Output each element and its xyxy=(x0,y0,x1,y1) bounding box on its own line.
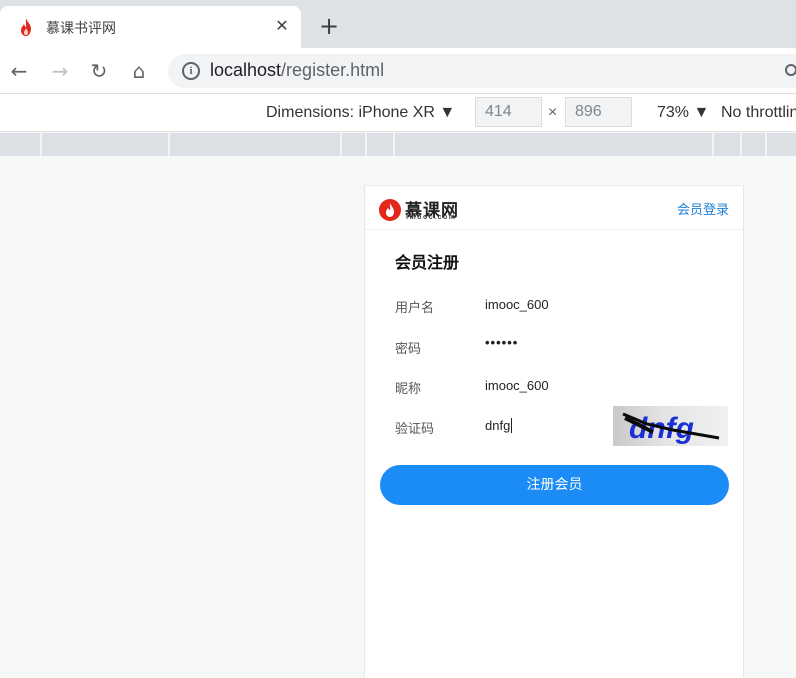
ruler-divider xyxy=(765,133,767,156)
url-host: localhost xyxy=(210,60,282,80)
url-text[interactable]: localhost/register.html xyxy=(210,60,384,81)
username-row: 用户名 imooc_600 xyxy=(365,291,743,321)
captcha-graphic: dnfg xyxy=(622,412,720,445)
device-toolbar: Dimensions: iPhone XR ▼ 414 × 896 73% ▼ … xyxy=(0,94,796,132)
captcha-image[interactable]: dnfg xyxy=(613,406,728,446)
site-logo-sub: imooc.com xyxy=(406,214,457,221)
nickname-row: 昵称 imooc_600 xyxy=(365,372,743,402)
captcha-field[interactable]: dnfg xyxy=(485,418,513,433)
tab-title: 慕课书评网 xyxy=(46,21,116,37)
ruler-divider xyxy=(712,133,714,156)
tab-strip: 慕课书评网 ✕ + xyxy=(0,0,796,48)
reload-icon[interactable]: ↻ xyxy=(87,59,111,83)
height-input[interactable]: 896 xyxy=(565,97,632,127)
browser-tab[interactable]: 慕课书评网 ✕ xyxy=(0,6,301,48)
password-row: 密码 •••••• xyxy=(365,332,743,362)
back-arrow-icon[interactable]: ← xyxy=(7,59,31,83)
password-label: 密码 xyxy=(395,342,422,357)
device-viewport: 慕课网 imooc.com 会员登录 会员注册 用户名 imooc_600 密码… xyxy=(364,185,744,678)
dimensions-dropdown[interactable]: Dimensions: iPhone XR ▼ xyxy=(266,104,455,122)
forward-arrow-icon[interactable]: → xyxy=(48,59,72,83)
ruler-divider xyxy=(340,133,342,156)
width-input[interactable]: 414 xyxy=(475,97,542,127)
register-button[interactable]: 注册会员 xyxy=(380,465,729,505)
plus-icon[interactable]: + xyxy=(318,14,340,38)
text-caret xyxy=(511,418,513,433)
close-icon[interactable]: ✕ xyxy=(273,17,291,35)
media-query-ruler[interactable] xyxy=(0,133,796,156)
times-symbol: × xyxy=(548,104,558,121)
username-field[interactable]: imooc_600 xyxy=(485,297,549,312)
captcha-row: 验证码 dnfg dnfg xyxy=(365,406,743,446)
lens-icon[interactable] xyxy=(785,64,796,76)
ruler-divider xyxy=(393,133,395,156)
home-icon[interactable]: ⌂ xyxy=(127,59,151,83)
ruler-divider xyxy=(740,133,742,156)
site-header: 慕课网 imooc.com 会员登录 xyxy=(365,186,743,230)
member-login-link[interactable]: 会员登录 xyxy=(677,199,729,218)
ruler-divider xyxy=(365,133,367,156)
ruler-divider xyxy=(40,133,42,156)
captcha-field-text: dnfg xyxy=(485,418,511,433)
zoom-dropdown[interactable]: 73% ▼ xyxy=(657,104,709,122)
info-icon[interactable]: i xyxy=(182,62,200,80)
password-field[interactable]: •••••• xyxy=(485,335,518,350)
page-title: 会员注册 xyxy=(395,253,460,272)
ruler-divider xyxy=(168,133,170,156)
username-label: 用户名 xyxy=(395,301,435,316)
nickname-label: 昵称 xyxy=(395,382,422,397)
nickname-field[interactable]: imooc_600 xyxy=(485,378,549,393)
address-bar[interactable]: i localhost/register.html xyxy=(168,54,796,88)
captcha-label: 验证码 xyxy=(395,422,435,437)
browser-toolbar: ← → ↻ ⌂ i localhost/register.html xyxy=(0,48,796,94)
flame-icon xyxy=(21,18,31,36)
flame-icon xyxy=(379,199,401,221)
url-path: /register.html xyxy=(281,60,385,80)
throttling-dropdown[interactable]: No throttling xyxy=(721,104,796,122)
